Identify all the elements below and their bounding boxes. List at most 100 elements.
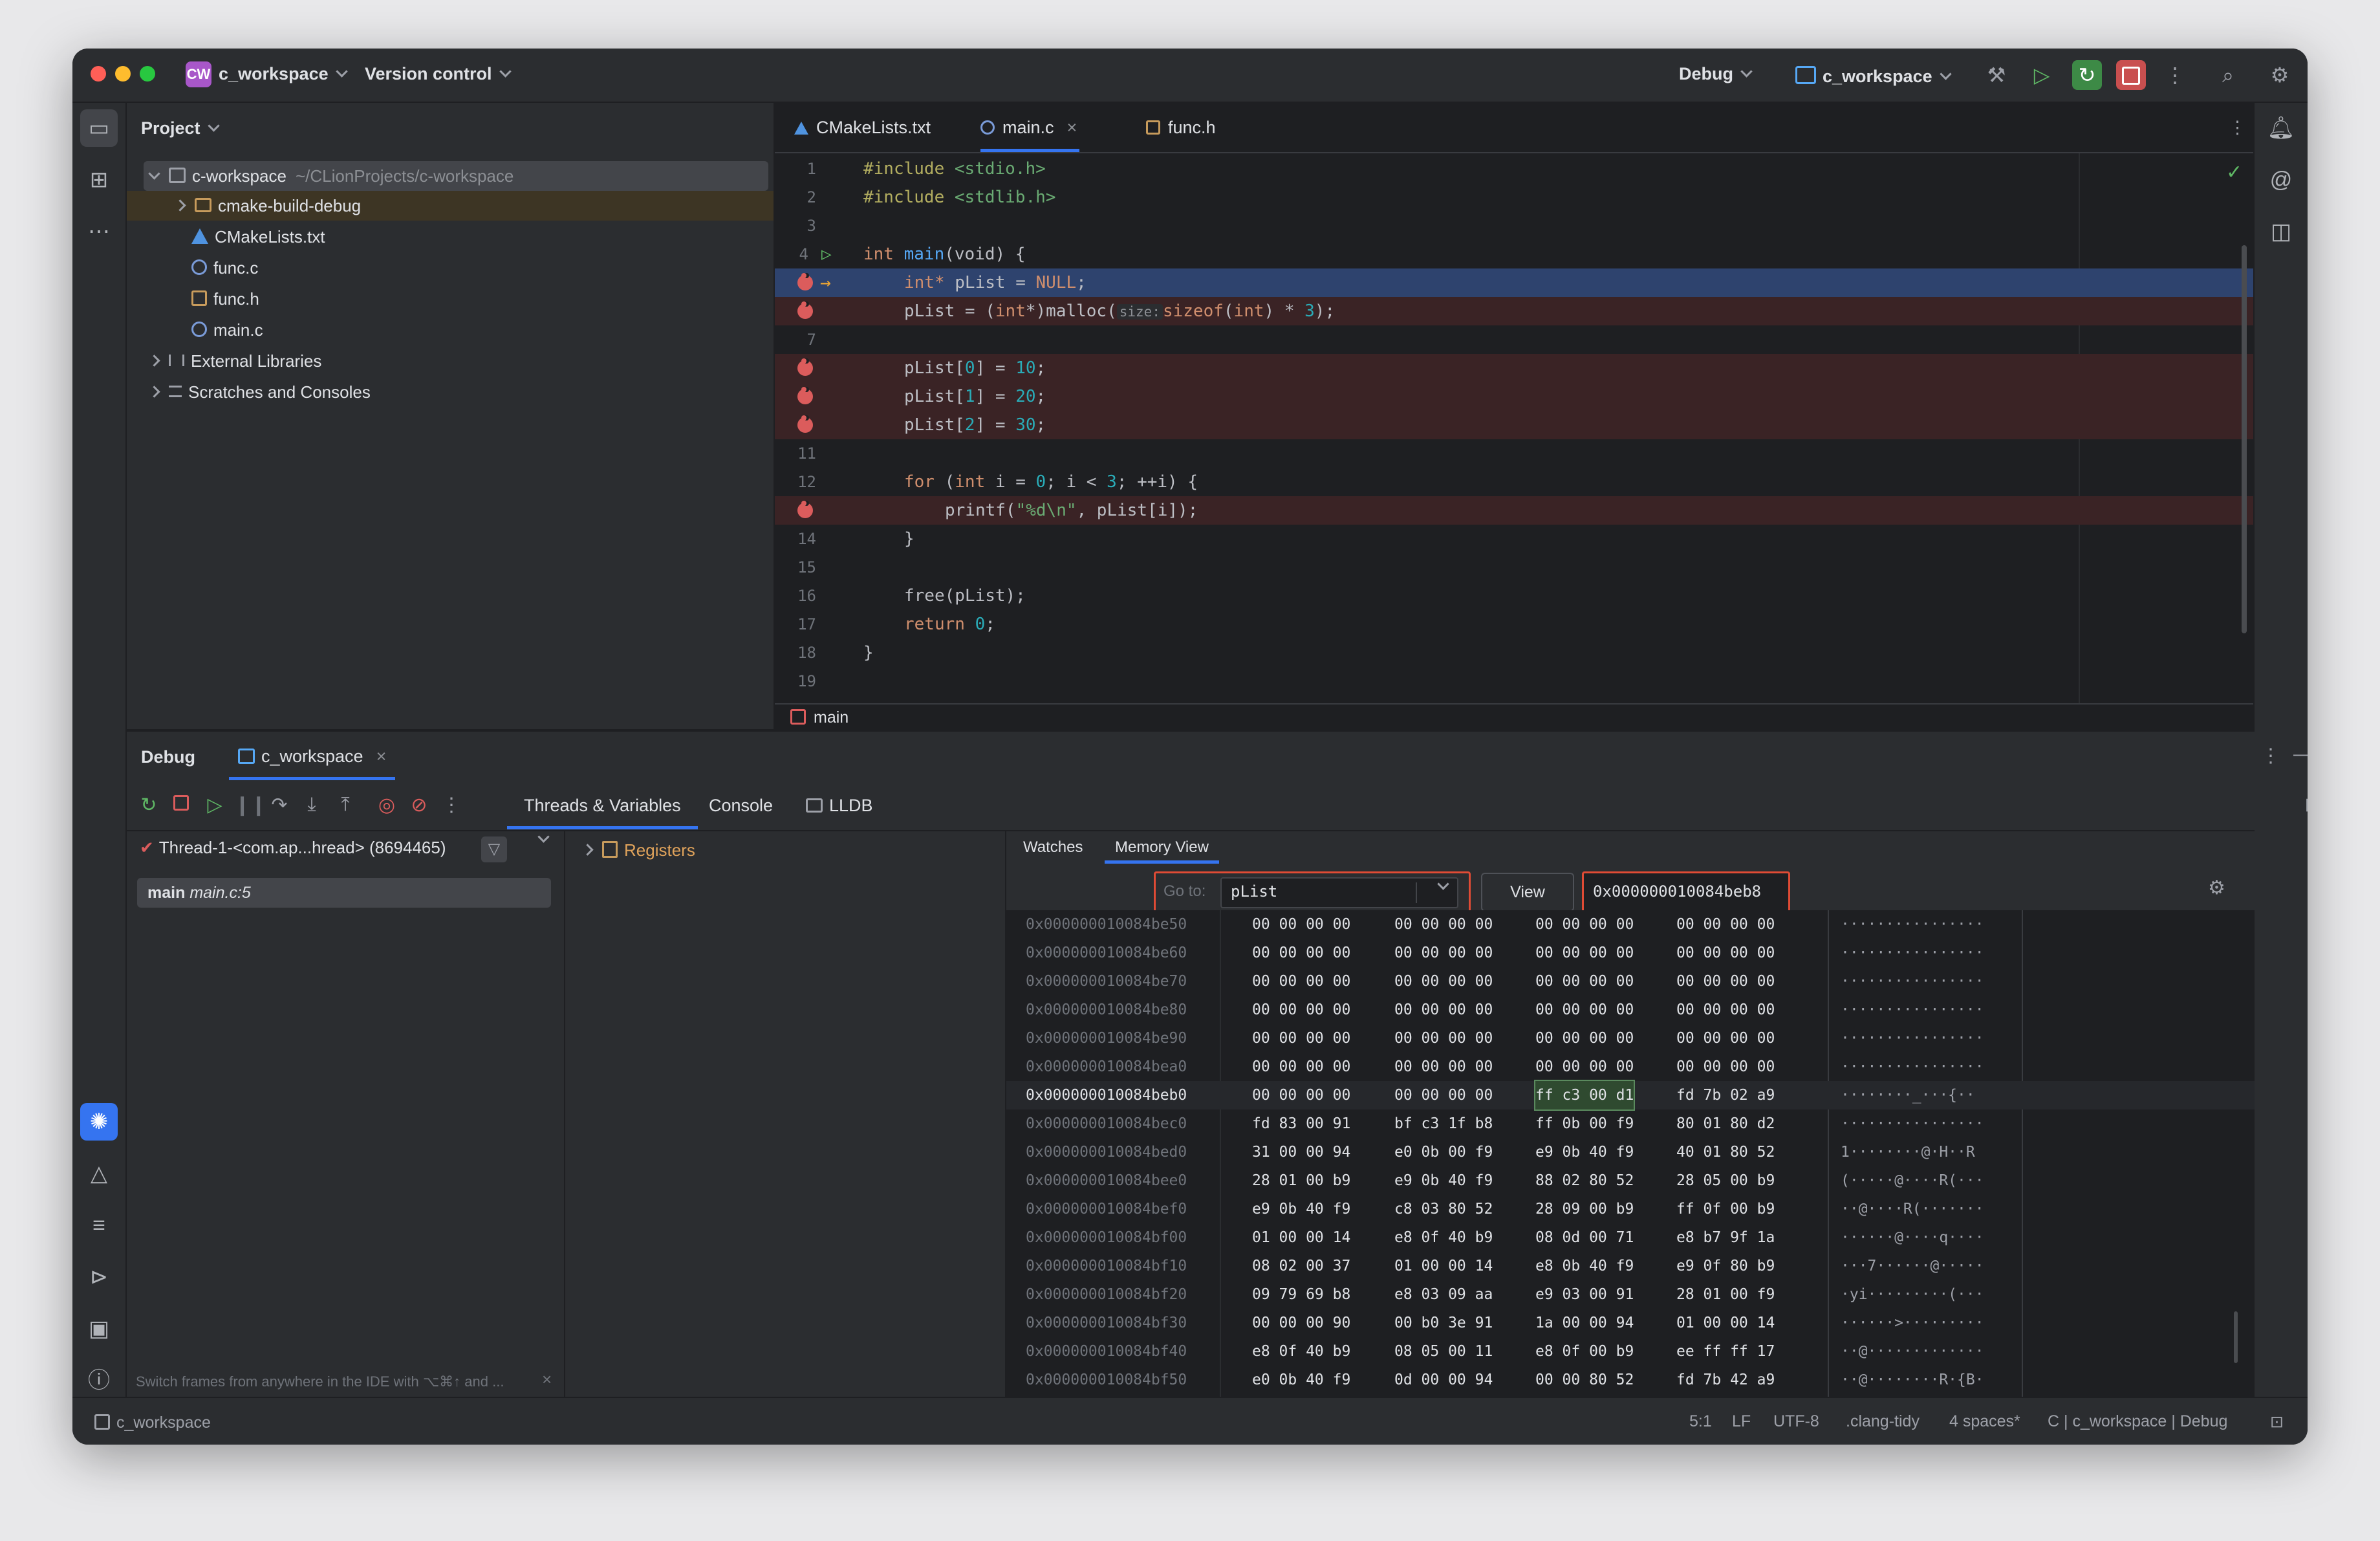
memory-hex-group[interactable]: e8 0f 40 b9 [1252,1337,1350,1366]
debug-options-icon[interactable]: ⋮ [2261,745,2280,767]
breakpoint-icon[interactable] [797,387,813,404]
breakpoint-icon[interactable] [797,501,813,518]
memory-hex-group[interactable]: e9 0b 40 f9 [1252,1195,1350,1223]
memory-hex-group[interactable]: 00 00 00 00 [1676,939,1775,967]
view-button[interactable]: View [1481,873,1574,912]
memory-row[interactable]: 0x000000010084bf00 01 00 00 14 e8 0f 40 b9… [1006,1223,2255,1252]
memory-hex-group[interactable]: 01 00 00 14 [1252,1223,1350,1252]
close-tab-icon[interactable]: × [1067,118,1077,137]
tab-memory-view[interactable]: Memory View [1105,831,1219,864]
status-encoding[interactable]: UTF-8 [1773,1412,1819,1431]
memory-hex-group[interactable]: e8 0f 00 b9 [1535,1337,1634,1366]
memory-grid[interactable]: 0x000000010084be50 00 00 00 00 00 00 00 00… [1006,910,2255,1398]
memory-hex-group[interactable]: 00 00 00 00 [1252,967,1350,996]
close-tab-icon[interactable]: × [376,747,387,766]
tree-item-cmakelists[interactable]: CMakeLists.txt [191,222,325,252]
breakpoint-icon[interactable] [797,358,813,376]
memory-hex-group[interactable]: e8 b7 9f 1a [1676,1223,1775,1252]
tab-func-h[interactable]: func.h [1146,103,1216,152]
registers-node[interactable]: Registers [581,835,695,865]
breadcrumb-item-main[interactable]: main [814,708,849,727]
memory-hex-group[interactable]: 00 00 00 00 [1394,1024,1493,1053]
build-hammer-icon[interactable]: ⚒ [1982,60,2011,90]
memory-hex-group[interactable]: 28 01 00 f9 [1676,1280,1775,1309]
filter-icon[interactable]: ▽ [481,836,507,862]
resume-program-icon[interactable]: ▷ [2027,60,2057,90]
status-context[interactable]: C | c_workspace | Debug [2048,1412,2227,1431]
breakpoint-icon[interactable] [797,273,813,290]
memory-row[interactable]: 0x000000010084bf20 09 79 69 b8 e8 03 09 aa… [1006,1280,2255,1309]
memory-hex-group[interactable]: 00 00 00 00 [1252,996,1350,1024]
memory-hex-group[interactable]: e9 0f 80 b9 [1676,1252,1775,1280]
memory-hex-group[interactable]: 00 00 80 52 [1535,1366,1634,1394]
tree-item-main-c[interactable]: main.c [191,315,263,345]
stop-debug-button[interactable] [168,794,194,816]
rerun-icon[interactable]: ↻ [136,794,162,816]
step-out-icon[interactable]: ⤒ [332,794,358,816]
memory-hex-group[interactable]: e0 0b 40 f9 [1252,1366,1350,1394]
more-tools-icon[interactable]: ⋯ [80,213,118,250]
memory-hex-group[interactable]: 28 09 00 b9 [1535,1195,1634,1223]
target-selector[interactable]: c_workspace [1795,64,1952,87]
memory-hex-group[interactable]: 0d 00 00 94 [1394,1366,1493,1394]
memory-row[interactable]: 0x000000010084bf30 00 00 00 90 00 b0 3e 91… [1006,1309,2255,1337]
memory-hex-group[interactable]: fd 7b 42 a9 [1676,1366,1775,1394]
memory-hex-group[interactable]: 00 00 00 00 [1394,967,1493,996]
step-into-icon[interactable]: ⤓ [299,794,325,816]
status-project[interactable]: c_workspace [94,1412,211,1432]
memory-row[interactable]: 0x000000010084bed0 31 00 00 94 e0 0b 00 f9… [1006,1138,2255,1166]
memory-hex-group[interactable]: 00 00 00 00 [1394,939,1493,967]
memory-hex-group[interactable]: fd 83 00 91 [1252,1109,1350,1138]
memory-hex-group[interactable]: 08 02 00 37 [1252,1252,1350,1280]
tree-item-scratches[interactable]: Scratches and Consoles [148,377,371,407]
view-breakpoints-icon[interactable]: ◎ [374,794,400,816]
notifications-bell-icon[interactable]: 🔔︎ [2262,109,2300,147]
memory-row[interactable]: 0x000000010084be90 00 00 00 00 00 00 00 00… [1006,1024,2255,1053]
run-config-selector[interactable]: Debug [1679,64,1753,84]
memory-hex-group[interactable]: 08 05 00 11 [1394,1337,1493,1366]
close-hint-icon[interactable]: × [542,1370,552,1390]
memory-hex-group[interactable]: 00 00 00 00 [1535,910,1634,939]
memory-hex-group[interactable]: 00 00 00 00 [1535,1024,1634,1053]
project-view-selector[interactable]: Project [141,118,220,138]
memory-hex-group[interactable]: 00 00 00 90 [1252,1309,1350,1337]
memory-hex-group[interactable]: 28 01 00 b9 [1252,1166,1350,1195]
tree-item-func-h[interactable]: func.h [191,284,259,314]
memory-hex-group[interactable]: e0 0b 00 f9 [1394,1138,1493,1166]
read-only-lock-icon[interactable]: ⊡ [2270,1412,2284,1432]
status-caret-position[interactable]: 5:1 [1689,1412,1712,1431]
todo-list-icon[interactable]: ≡ [80,1207,118,1244]
status-indent[interactable]: 4 spaces* [1949,1412,2020,1431]
memory-hex-group[interactable]: ff 0b 00 f9 [1535,1109,1634,1138]
memory-hex-group[interactable]: 00 b0 3e 91 [1394,1309,1493,1337]
tree-item-external-libraries[interactable]: External Libraries [148,346,321,376]
memory-hex-group[interactable]: ff c3 00 d1 [1533,1080,1636,1111]
settings-gear-icon[interactable]: ⚙ [2265,60,2295,90]
layout-settings-icon[interactable]: ⊞ [2300,794,2308,816]
memory-hex-group[interactable]: e9 0b 40 f9 [1535,1138,1634,1166]
version-control-menu[interactable]: Version control [365,64,512,84]
memory-hex-group[interactable]: e8 0f 40 b9 [1394,1223,1493,1252]
memory-row[interactable]: 0x000000010084be80 00 00 00 00 00 00 00 00… [1006,996,2255,1024]
memory-row[interactable]: 0x000000010084bf40 e8 0f 40 b9 08 05 00 11… [1006,1337,2255,1366]
memory-hex-group[interactable]: 08 0d 00 71 [1535,1223,1634,1252]
memory-hex-group[interactable]: 31 00 00 94 [1252,1138,1350,1166]
goto-address-field[interactable]: Go to: pList [1154,871,1471,913]
memory-hex-group[interactable]: 1a 00 00 94 [1535,1309,1634,1337]
memory-settings-icon[interactable]: ⚙ [2208,877,2225,899]
memory-hex-group[interactable]: c8 03 80 52 [1394,1195,1493,1223]
memory-hex-group[interactable]: 00 00 00 00 [1252,910,1350,939]
stop-button[interactable] [2116,60,2146,90]
tree-item-func-c[interactable]: func.c [191,253,258,283]
address-field[interactable]: 0x000000010084beb8 [1582,871,1790,913]
more-actions-icon[interactable]: ⋮ [2160,60,2190,90]
stack-frame-main[interactable]: main main.c:5 [137,878,551,908]
memory-hex-group[interactable]: 01 00 00 14 [1676,1309,1775,1337]
memory-hex-group[interactable]: 09 79 69 b8 [1252,1280,1350,1309]
memory-hex-group[interactable]: 00 00 00 00 [1676,1053,1775,1081]
zoom-window-button[interactable] [140,66,155,82]
memory-scrollbar[interactable] [2234,1311,2238,1363]
memory-hex-group[interactable]: 00 00 00 00 [1676,1024,1775,1053]
memory-hex-group[interactable]: 00 00 00 00 [1252,1024,1350,1053]
memory-hex-group[interactable]: 00 00 00 00 [1252,939,1350,967]
